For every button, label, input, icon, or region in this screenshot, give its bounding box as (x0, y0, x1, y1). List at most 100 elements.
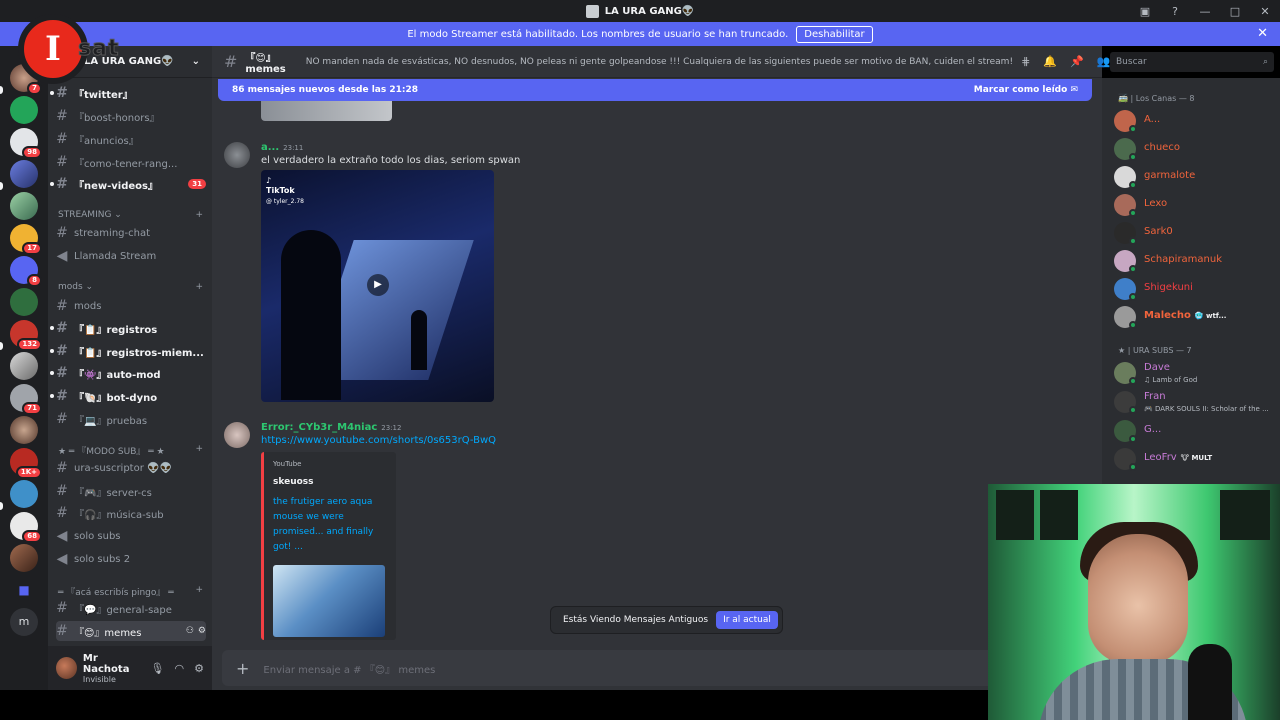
gear-icon[interactable]: ⚙ (198, 626, 206, 636)
server-icon-14[interactable] (10, 480, 38, 508)
channel-anuncios[interactable]: # 『anuncios』 (56, 129, 206, 149)
headphones-icon[interactable]: ◠ (175, 662, 185, 675)
folder-icon[interactable]: ■ (10, 576, 38, 604)
gear-icon[interactable]: ⚙ (194, 662, 204, 675)
category-mods[interactable]: mods ⌄ + (58, 282, 203, 292)
close-icon[interactable]: ✕ (1250, 5, 1280, 18)
embed-author[interactable]: skeuoss (273, 477, 387, 487)
server-icon-10[interactable] (10, 352, 38, 380)
previous-attachment[interactable] (261, 101, 392, 121)
channel-auto-mod[interactable]: # 『👾』auto-mod (56, 363, 206, 383)
member-item[interactable]: garmalote (1114, 164, 1274, 190)
channel-server-cs[interactable]: # 『🎮』server-cs (56, 481, 206, 501)
server-icon-4[interactable] (10, 160, 38, 188)
member-item[interactable]: Sark0 (1114, 220, 1274, 246)
threads-icon[interactable]: ⋕ (1021, 55, 1030, 68)
new-messages-bar[interactable]: 86 mensajes nuevos desde las 21:28 Marca… (218, 79, 1092, 101)
server-icon-6[interactable]: 17 (10, 224, 42, 255)
member-item[interactable]: G... (1114, 418, 1274, 444)
message-input-placeholder[interactable]: Enviar mensaje a # 『😊』 memes (263, 661, 435, 676)
member-item[interactable]: Schapiramanuk (1114, 248, 1274, 274)
video-attachment[interactable]: ♪ TikTok @ tyler_2.78 ▶ (261, 170, 494, 402)
invite-icon[interactable]: ⚇ (186, 626, 194, 636)
channel-registros-miembros[interactable]: # 『📋』registros-miem... (56, 341, 206, 361)
channel-musica-sub[interactable]: # 『🎧』música-sub (56, 503, 206, 523)
avatar[interactable] (56, 657, 77, 679)
server-icon-16[interactable] (10, 544, 38, 572)
category-aca-escribis[interactable]: ═ 『acá escribís pingo』 ═ + (58, 585, 203, 598)
server-icon-12[interactable] (10, 416, 38, 444)
server-icon-7[interactable]: 8 (10, 256, 42, 287)
server-icon-5[interactable] (10, 192, 38, 220)
add-channel-icon[interactable]: + (195, 210, 203, 220)
bell-icon[interactable]: 🔔 (1043, 55, 1057, 68)
embed-thumbnail[interactable] (273, 565, 385, 637)
pin-icon[interactable]: 📌 (1070, 55, 1084, 68)
maximize-icon[interactable]: □ (1220, 5, 1250, 18)
voice-solo-subs-2[interactable]: ◀ solo subs 2 (56, 549, 206, 569)
mark-read-button[interactable]: Marcar como leído ✉ (974, 85, 1078, 95)
add-attachment-icon[interactable]: + (236, 659, 249, 678)
streamer-mode-banner: El modo Streamer está habilitado. Los no… (0, 22, 1280, 46)
microphone-icon[interactable]: 🎙 (151, 662, 165, 675)
message-link[interactable]: https://www.youtube.com/shorts/0s653rQ-B… (261, 435, 496, 446)
server-icon-8[interactable] (10, 288, 38, 316)
inbox-icon[interactable]: ▣ (1130, 5, 1160, 18)
channel-como-tener-rango[interactable]: # 『como-tener-rang... (56, 152, 206, 172)
play-icon[interactable]: ▶ (367, 274, 389, 296)
avatar[interactable] (224, 142, 250, 168)
server-icon-13[interactable]: 1K+ (10, 448, 42, 479)
channel-boost-honors[interactable]: # 『boost-honors』 (56, 106, 206, 126)
category-streaming[interactable]: STREAMING ⌄ + (58, 210, 203, 220)
member-item[interactable]: Dave ♫ Lamb of God (1114, 360, 1274, 386)
server-icon-m[interactable]: m (10, 608, 38, 636)
message-author[interactable]: Error:_CYb3r_M4niac 23:12 (261, 422, 496, 433)
channel-pruebas[interactable]: # 『💻』pruebas (56, 409, 206, 429)
member-item[interactable]: A... (1114, 108, 1274, 134)
server-icon-15[interactable]: 68 (10, 512, 42, 543)
help-icon[interactable]: ? (1160, 5, 1190, 18)
channel-mods[interactable]: # mods (56, 296, 206, 316)
minimize-icon[interactable]: — (1190, 5, 1220, 18)
voice-solo-subs[interactable]: ◀ solo subs (56, 526, 206, 546)
channel-streaming-chat[interactable]: # streaming-chat (56, 223, 206, 243)
channel-registros[interactable]: # 『📋』registros (56, 318, 206, 338)
category-modo-sub[interactable]: ★ ═ 『MODO SUB』 ═ ★ + (58, 444, 203, 457)
add-channel-icon[interactable]: + (195, 282, 203, 292)
channel-label: 『boost-honors』 (74, 112, 160, 124)
member-item[interactable]: Shigekuni (1114, 276, 1274, 302)
channel-general-sape[interactable]: # 『💬』general-sape (56, 598, 206, 618)
channel-label: 『💬』general-sape (74, 604, 172, 616)
members-icon[interactable]: 👥 (1097, 55, 1111, 68)
close-banner-icon[interactable]: ✕ (1257, 26, 1268, 41)
server-icon-2[interactable] (10, 96, 38, 124)
server-icon-11[interactable]: 71 (10, 384, 42, 415)
speaker-icon: ◀ (56, 248, 68, 264)
search-input[interactable]: Buscar ⌕ (1110, 52, 1274, 72)
member-item[interactable]: Malecho 🥶 wtf... (1114, 304, 1274, 330)
add-channel-icon[interactable]: + (195, 444, 203, 457)
channel-ura-suscriptor[interactable]: # ura-suscriptor 👽👽 (56, 458, 206, 478)
disable-streamer-button[interactable]: Deshabilitar (796, 25, 873, 43)
server-icon-9[interactable]: 132 (10, 320, 42, 351)
channel-bot-dyno[interactable]: # 『🐚』bot-dyno (56, 386, 206, 406)
voice-llamada-stream[interactable]: ◀ Llamada Stream (56, 246, 206, 266)
member-item[interactable]: chueco (1114, 136, 1274, 162)
online-status-icon (1129, 153, 1137, 161)
embed-title[interactable]: the frutiger aero aqua mouse we were pro… (273, 495, 387, 555)
message-composer[interactable]: + Enviar mensaje a # 『😊』 memes 🎁 (222, 650, 1088, 686)
embed-provider[interactable]: YouTube (273, 460, 387, 468)
add-channel-icon[interactable]: + (195, 585, 203, 598)
member-item[interactable]: Fran 🎮 DARK SOULS II: Scholar of the ... (1114, 389, 1274, 415)
message-author[interactable]: a... 23:11 (261, 142, 520, 153)
avatar[interactable] (224, 422, 250, 448)
member-item[interactable]: LeoFrv 🐮 MULT (1114, 446, 1274, 472)
member-item[interactable]: Lexo (1114, 192, 1274, 218)
channel-new-videos[interactable]: # 『new-videos』 31 (56, 174, 206, 194)
server-icon-3[interactable]: 98 (10, 128, 42, 159)
channel-memes[interactable]: # 『😊』memes ⚇ ⚙ (56, 621, 206, 641)
channel-topic[interactable]: NO manden nada de esvásticas, NO desnudo… (306, 57, 1013, 67)
channel-twitter[interactable]: # 『twitter』 (56, 83, 206, 103)
jump-to-present-button[interactable]: Ir al actual (716, 611, 778, 629)
online-status-icon (1129, 181, 1137, 189)
